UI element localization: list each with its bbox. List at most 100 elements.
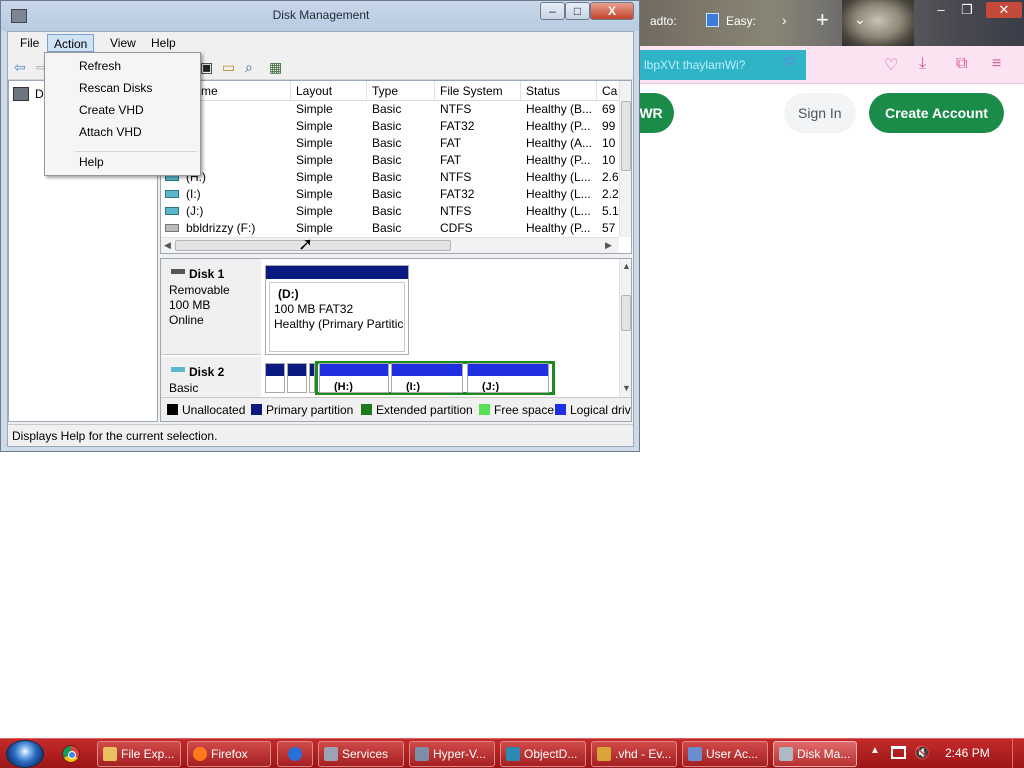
volume-muted-icon[interactable]: 🔇 — [914, 745, 930, 761]
scrollbar-thumb[interactable] — [621, 295, 631, 331]
cell-volume: (I:) — [186, 187, 201, 201]
network-icon[interactable] — [891, 746, 906, 759]
maximize-button[interactable]: □ — [565, 2, 590, 20]
menu-item-help[interactable]: Help — [47, 152, 198, 172]
bookmark-star-icon[interactable]: ☆ — [782, 46, 797, 76]
scroll-up-arrow-icon[interactable]: ▲ — [622, 261, 631, 271]
refresh-icon[interactable]: ▦ — [269, 59, 282, 76]
properties-icon[interactable]: ▣ — [200, 59, 213, 76]
window-titlebar[interactable]: Disk Management – □ X — [1, 1, 639, 31]
column-header-file-system[interactable]: File System — [435, 81, 521, 101]
graphical-view-vertical-scrollbar[interactable]: ▲ ▼ — [619, 259, 631, 397]
menu-file[interactable]: File — [14, 34, 45, 52]
cell-file-system: NTFS — [440, 170, 472, 184]
cell-capacity: 2.2 — [602, 187, 619, 201]
table-row[interactable]: (J:) Simple Basic NTFS Healthy (L... 5.1 — [161, 203, 631, 220]
browser-maximize-button[interactable]: ❐ — [954, 2, 980, 18]
close-button[interactable]: X — [590, 2, 634, 20]
show-hidden-icons-chevron-icon[interactable]: ▲ — [870, 745, 880, 756]
menu-item-rescan-disks[interactable]: Rescan Disks — [47, 78, 198, 98]
pocket-icon[interactable]: ♡ — [884, 55, 898, 75]
browser-close-button[interactable]: ✕ — [986, 2, 1022, 18]
taskbar-clock[interactable]: 2:46 PM — [945, 746, 990, 760]
menu-item-create-vhd[interactable]: Create VHD — [47, 100, 198, 120]
taskbar-objectdock[interactable]: ObjectD... — [500, 741, 586, 767]
volume-list-horizontal-scrollbar[interactable]: ◀ ▶ — [161, 237, 619, 253]
task-label: ObjectD... — [524, 747, 578, 761]
taskbar-services[interactable]: Services — [318, 741, 404, 767]
task-label: Firefox — [211, 747, 248, 761]
table-row[interactable]: (I:) Simple Basic FAT32 Healthy (L... 2.… — [161, 186, 631, 203]
taskbar-disk-management[interactable]: Disk Ma... — [773, 741, 857, 767]
table-row[interactable]: Simple Basic FAT Healthy (A... 10 — [161, 135, 631, 152]
disk-2-label[interactable]: Disk 2 Basic — [161, 357, 261, 397]
taskbar-user-accounts[interactable]: User Ac... — [682, 741, 768, 767]
new-tab-plus-icon[interactable]: + — [816, 7, 829, 33]
logical-drive-i[interactable]: (I:) — [391, 363, 463, 393]
logical-drive-j[interactable]: (J:) — [467, 363, 549, 393]
cell-layout: Simple — [296, 136, 333, 150]
logical-drive-h[interactable]: (H:) — [319, 363, 389, 393]
back-arrow-icon[interactable]: ⇦ — [14, 59, 26, 76]
extensions-icon[interactable]: ⧉ — [956, 55, 967, 73]
primary-partition-block[interactable] — [265, 363, 285, 393]
column-header-status[interactable]: Status — [521, 81, 597, 101]
task-label: Services — [342, 747, 389, 761]
services-gear-icon — [324, 747, 338, 761]
table-row[interactable]: Simple Basic FAT Healthy (P... 10 — [161, 152, 631, 169]
download-icon[interactable]: ⤓ — [919, 55, 926, 73]
taskbar-everything-search[interactable]: .vhd - Ev... — [591, 741, 677, 767]
chrome-pinned-icon[interactable] — [62, 745, 80, 763]
logical-drive-bar — [392, 364, 462, 376]
cell-type: Basic — [372, 153, 402, 167]
table-row[interactable]: bbldrizzy (F:) Simple Basic CDFS Healthy… — [161, 220, 631, 237]
scroll-right-arrow-icon[interactable]: ▶ — [605, 240, 612, 251]
cell-volume: (J:) — [186, 204, 204, 218]
sign-in-button[interactable]: Sign In — [784, 93, 856, 133]
disk-2-partitions: (H:) (I:) (J:) — [265, 361, 555, 395]
menu-view[interactable]: View — [104, 34, 142, 52]
taskbar-file-explorer[interactable]: File Exp... — [97, 741, 181, 767]
taskbar-firefox[interactable]: Firefox — [187, 741, 271, 767]
address-bar[interactable]: lbpXVt thaylamWi? — [636, 50, 806, 80]
open-folder-icon[interactable]: ▭ — [222, 59, 235, 76]
cell-file-system: FAT32 — [440, 119, 475, 133]
legend-item: Free space — [479, 403, 554, 417]
disk-1-label[interactable]: Disk 1 Removable 100 MB Online — [161, 259, 261, 355]
hamburger-menu-icon[interactable]: ≡ — [992, 55, 1001, 73]
browser-tab-easy[interactable]: Easy: — [726, 14, 756, 28]
cell-layout: Simple — [296, 153, 333, 167]
minimize-button[interactable]: – — [540, 2, 565, 20]
create-account-button[interactable]: Create Account — [869, 93, 1004, 133]
menu-item-attach-vhd[interactable]: Attach VHD — [47, 122, 198, 142]
table-row[interactable]: Simple Basic FAT32 Healthy (P... 99 — [161, 118, 631, 135]
scroll-down-arrow-icon[interactable]: ▼ — [622, 383, 631, 393]
scrollbar-thumb[interactable] — [621, 101, 631, 171]
column-header-capacity[interactable]: Ca — [597, 81, 621, 101]
table-row[interactable]: Simple Basic NTFS Healthy (B... 69 — [161, 101, 631, 118]
volume-icon — [165, 190, 179, 198]
column-header-layout[interactable]: Layout — [291, 81, 367, 101]
taskbar-hyper-v[interactable]: Hyper-V... — [409, 741, 495, 767]
start-button[interactable] — [6, 740, 44, 768]
browser-tab-adto[interactable]: adto: — [650, 14, 677, 28]
tab-list-chevron-down-icon[interactable]: ⌄ — [854, 11, 866, 28]
menu-item-refresh[interactable]: Refresh — [47, 56, 198, 76]
cell-layout: Simple — [296, 102, 333, 116]
table-row[interactable]: (H:) Simple Basic NTFS Healthy (L... 2.6 — [161, 169, 631, 186]
partition-size-fs: 100 MB FAT32 — [274, 302, 354, 316]
show-desktop-button[interactable] — [1012, 739, 1024, 768]
column-header-type[interactable]: Type — [367, 81, 435, 101]
magnifier-icon[interactable]: ⌕ — [245, 59, 253, 76]
volume-list-vertical-scrollbar[interactable] — [619, 81, 631, 237]
tab-scroll-chevron-icon[interactable]: › — [782, 12, 787, 28]
partition-d[interactable]: (D:) 100 MB FAT32 Healthy (Primary Parti… — [265, 265, 409, 355]
browser-minimize-button[interactable]: – — [928, 2, 954, 18]
primary-partition-block[interactable] — [287, 363, 307, 393]
cell-file-system: NTFS — [440, 204, 472, 218]
scroll-left-arrow-icon[interactable]: ◀ — [164, 240, 171, 251]
menu-bar: File Action View Help — [8, 32, 633, 54]
taskbar-app-blue[interactable] — [277, 741, 313, 767]
menu-action[interactable]: Action — [47, 34, 95, 52]
menu-help[interactable]: Help — [145, 34, 182, 52]
